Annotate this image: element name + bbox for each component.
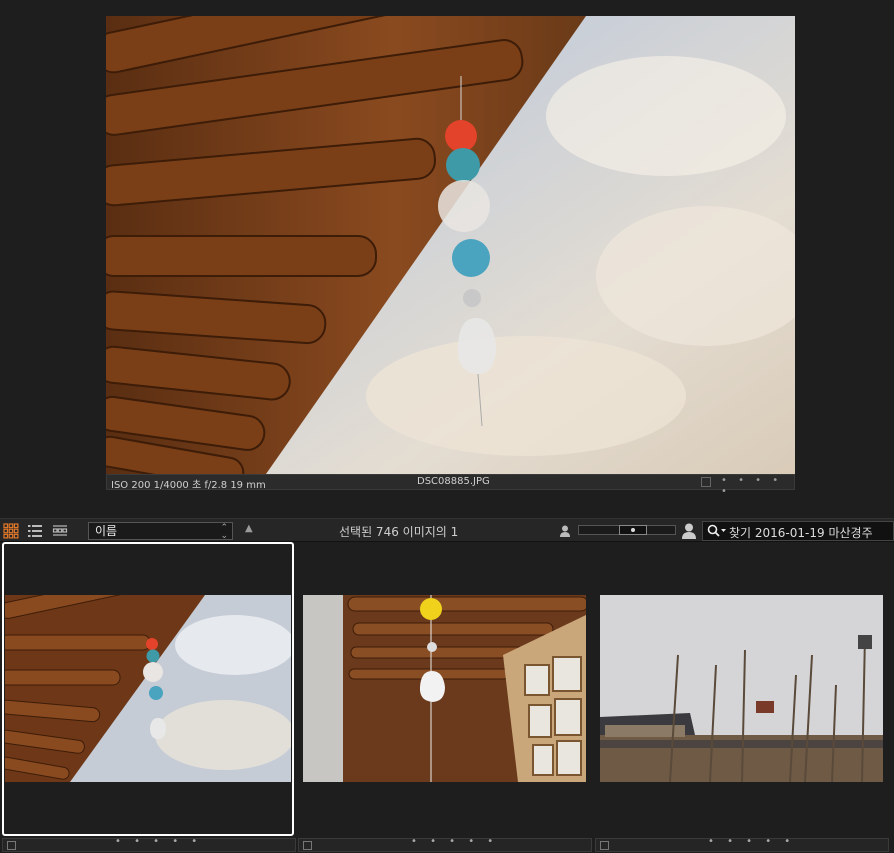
exif-info: ISO 200 1/4000 초 f/2.8 19 mm: [111, 480, 266, 491]
rating-dots[interactable]: • • • • •: [411, 836, 498, 847]
preview-photo: [106, 16, 795, 474]
selection-count: 선택된 746 이미지의 1: [339, 525, 459, 539]
thumbnail-image[interactable]: [600, 595, 883, 782]
label-checkbox[interactable]: [701, 477, 711, 487]
person-large-icon[interactable]: [680, 522, 698, 540]
label-checkbox[interactable]: [7, 841, 16, 850]
sort-by-value: 이름: [95, 524, 118, 538]
thumbnail-size-slider[interactable]: [578, 525, 676, 535]
list-view-icon[interactable]: [27, 523, 43, 539]
search-icon[interactable]: [707, 524, 727, 541]
sort-direction-button[interactable]: ▲: [245, 523, 253, 534]
thumbnail-photo: [5, 595, 291, 782]
filmstrip-view-icon[interactable]: [52, 523, 68, 539]
rating-dots[interactable]: • • • • •: [708, 836, 795, 847]
person-small-icon[interactable]: [558, 524, 574, 540]
thumbnail-grid: • • • • • • • • • • • • • • •: [0, 542, 894, 853]
label-checkbox[interactable]: [600, 841, 609, 850]
thumbnail-image[interactable]: [5, 595, 291, 782]
select-updown-icon: ⌃ ⌄: [220, 523, 228, 541]
search-text: 찾기 2016-01-19 마산경주: [729, 526, 873, 540]
rating-dots[interactable]: • • • • •: [721, 475, 794, 497]
thumbnail-grid-view-icon[interactable]: [3, 523, 19, 539]
rating-dots[interactable]: • • • • •: [115, 836, 202, 847]
search-box[interactable]: 찾기 2016-01-19 마산경주: [702, 521, 894, 541]
sort-by-select[interactable]: 이름 ⌃ ⌄: [88, 522, 233, 541]
preview-info-bar: ISO 200 1/4000 초 f/2.8 19 mm DSC08885.JP…: [106, 474, 795, 497]
thumbnail-photo: [600, 595, 883, 782]
label-checkbox[interactable]: [303, 841, 312, 850]
image-viewer: ISO 200 1/4000 초 f/2.8 19 mm DSC08885.JP…: [0, 0, 894, 518]
thumbnail-image[interactable]: [303, 595, 586, 782]
preview-filename: DSC08885.JPG: [417, 476, 490, 487]
browser-toolbar: 이름 ⌃ ⌄ ▲ 선택된 746 이미지의 1 찾기 2016-01-19 마산경…: [0, 518, 894, 542]
thumbnail-info-bar: • • • • •: [2, 836, 296, 852]
thumbnail-photo: [303, 595, 586, 782]
preview-image[interactable]: [106, 16, 795, 474]
thumbnail-info-bar: • • • • •: [298, 836, 592, 852]
thumbnail-info-bar: • • • • •: [595, 836, 889, 852]
slider-handle[interactable]: [619, 525, 647, 535]
